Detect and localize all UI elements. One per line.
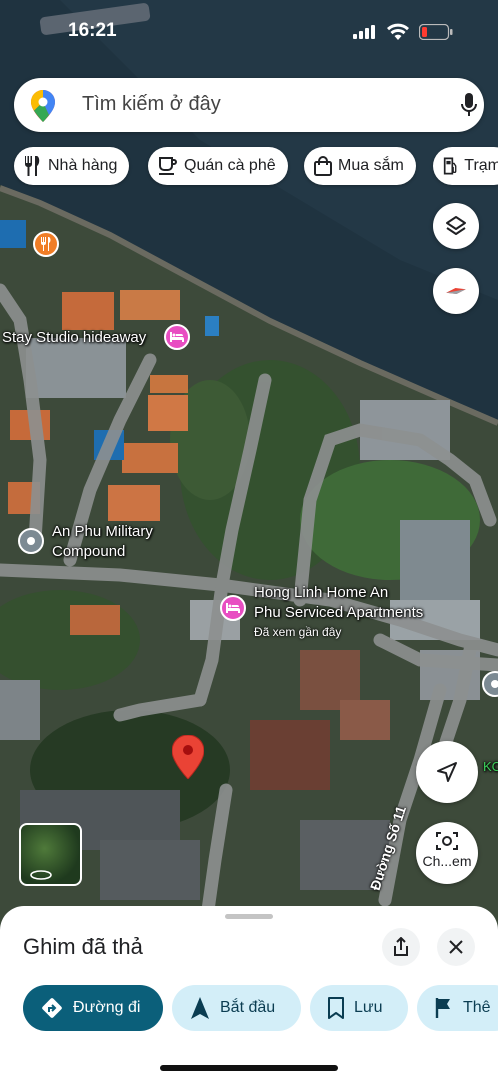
gas-station-icon: [443, 157, 457, 175]
close-button[interactable]: [437, 928, 475, 966]
place-label-hong-linh-1[interactable]: Hong Linh Home An: [254, 583, 388, 603]
save-label: Lưu: [354, 999, 383, 1016]
chip-label: Trạm: [464, 157, 498, 174]
shopping-bag-icon: [314, 156, 332, 176]
dropped-pin-icon[interactable]: [172, 735, 204, 779]
wifi-icon: [387, 23, 409, 40]
sheet-title: Ghim đã thả: [23, 934, 143, 959]
share-icon: [394, 937, 408, 956]
compass-icon: [446, 288, 466, 294]
street-view-rotate-icon: [30, 870, 52, 880]
chip-gas[interactable]: Trạm: [433, 147, 498, 185]
chip-label: Quán cà phê: [184, 157, 276, 174]
maps-logo-icon: [31, 90, 55, 122]
place-label-hong-linh-2[interactable]: Phu Serviced Apartments: [254, 603, 423, 623]
place-pin-icon[interactable]: [18, 528, 44, 554]
status-bar: 16:21: [0, 0, 498, 60]
label-button[interactable]: Thê: [417, 985, 498, 1031]
place-label-partial[interactable]: KC: [483, 757, 498, 777]
layers-icon: [446, 216, 466, 235]
directions-label: Đường đi: [73, 999, 141, 1016]
place-label-an-phu-1[interactable]: An Phu Military: [52, 522, 153, 542]
hotel-pin-icon[interactable]: [164, 324, 190, 350]
place-label-an-phu-2[interactable]: Compound: [52, 542, 125, 562]
camera-explore-button[interactable]: Ch...em: [416, 822, 478, 884]
sheet-drag-handle[interactable]: [225, 914, 273, 919]
bookmark-icon: [328, 997, 344, 1019]
share-button[interactable]: [382, 928, 420, 966]
compass-button[interactable]: [433, 268, 479, 314]
place-label-stay-studio[interactable]: Stay Studio hideaway: [2, 328, 146, 348]
my-location-button[interactable]: [416, 741, 478, 803]
search-placeholder[interactable]: Tìm kiếm ở đây: [82, 93, 221, 116]
start-button[interactable]: Bắt đầu: [172, 985, 301, 1031]
signal-icon: [353, 25, 375, 39]
close-icon: [449, 940, 463, 954]
microphone-icon[interactable]: [460, 93, 478, 117]
chip-restaurants[interactable]: Nhà hàng: [14, 147, 130, 185]
layers-button[interactable]: [433, 203, 479, 249]
chip-cafes[interactable]: Quán cà phê: [148, 147, 288, 185]
directions-icon: [42, 998, 62, 1018]
chip-shopping[interactable]: Mua sắm: [304, 147, 416, 185]
street-view-thumbnail[interactable]: [19, 823, 82, 886]
recently-viewed-note: Đã xem gần đây: [254, 625, 342, 639]
battery-icon: [419, 24, 453, 40]
save-button[interactable]: Lưu: [310, 985, 408, 1031]
hotel-pin-icon-hong-linh[interactable]: [220, 595, 246, 621]
directions-button[interactable]: Đường đi: [23, 985, 163, 1031]
chip-label: Mua sắm: [338, 157, 404, 174]
camera-explore-label: Ch...em: [422, 853, 472, 869]
camera-icon: [436, 832, 458, 850]
status-time: 16:21: [68, 20, 117, 41]
home-indicator[interactable]: [160, 1065, 338, 1071]
flag-icon: [435, 998, 450, 1018]
restaurant-pin-icon[interactable]: [33, 231, 59, 257]
coffee-icon: [159, 157, 177, 175]
fork-knife-icon: [24, 156, 40, 176]
search-bar[interactable]: Tìm kiếm ở đây: [14, 78, 484, 132]
label-label: Thê: [463, 999, 491, 1016]
navigation-arrow-icon: [191, 997, 209, 1019]
navigation-arrow-icon: [437, 762, 457, 782]
start-label: Bắt đầu: [220, 999, 276, 1016]
chip-label: Nhà hàng: [48, 157, 118, 174]
